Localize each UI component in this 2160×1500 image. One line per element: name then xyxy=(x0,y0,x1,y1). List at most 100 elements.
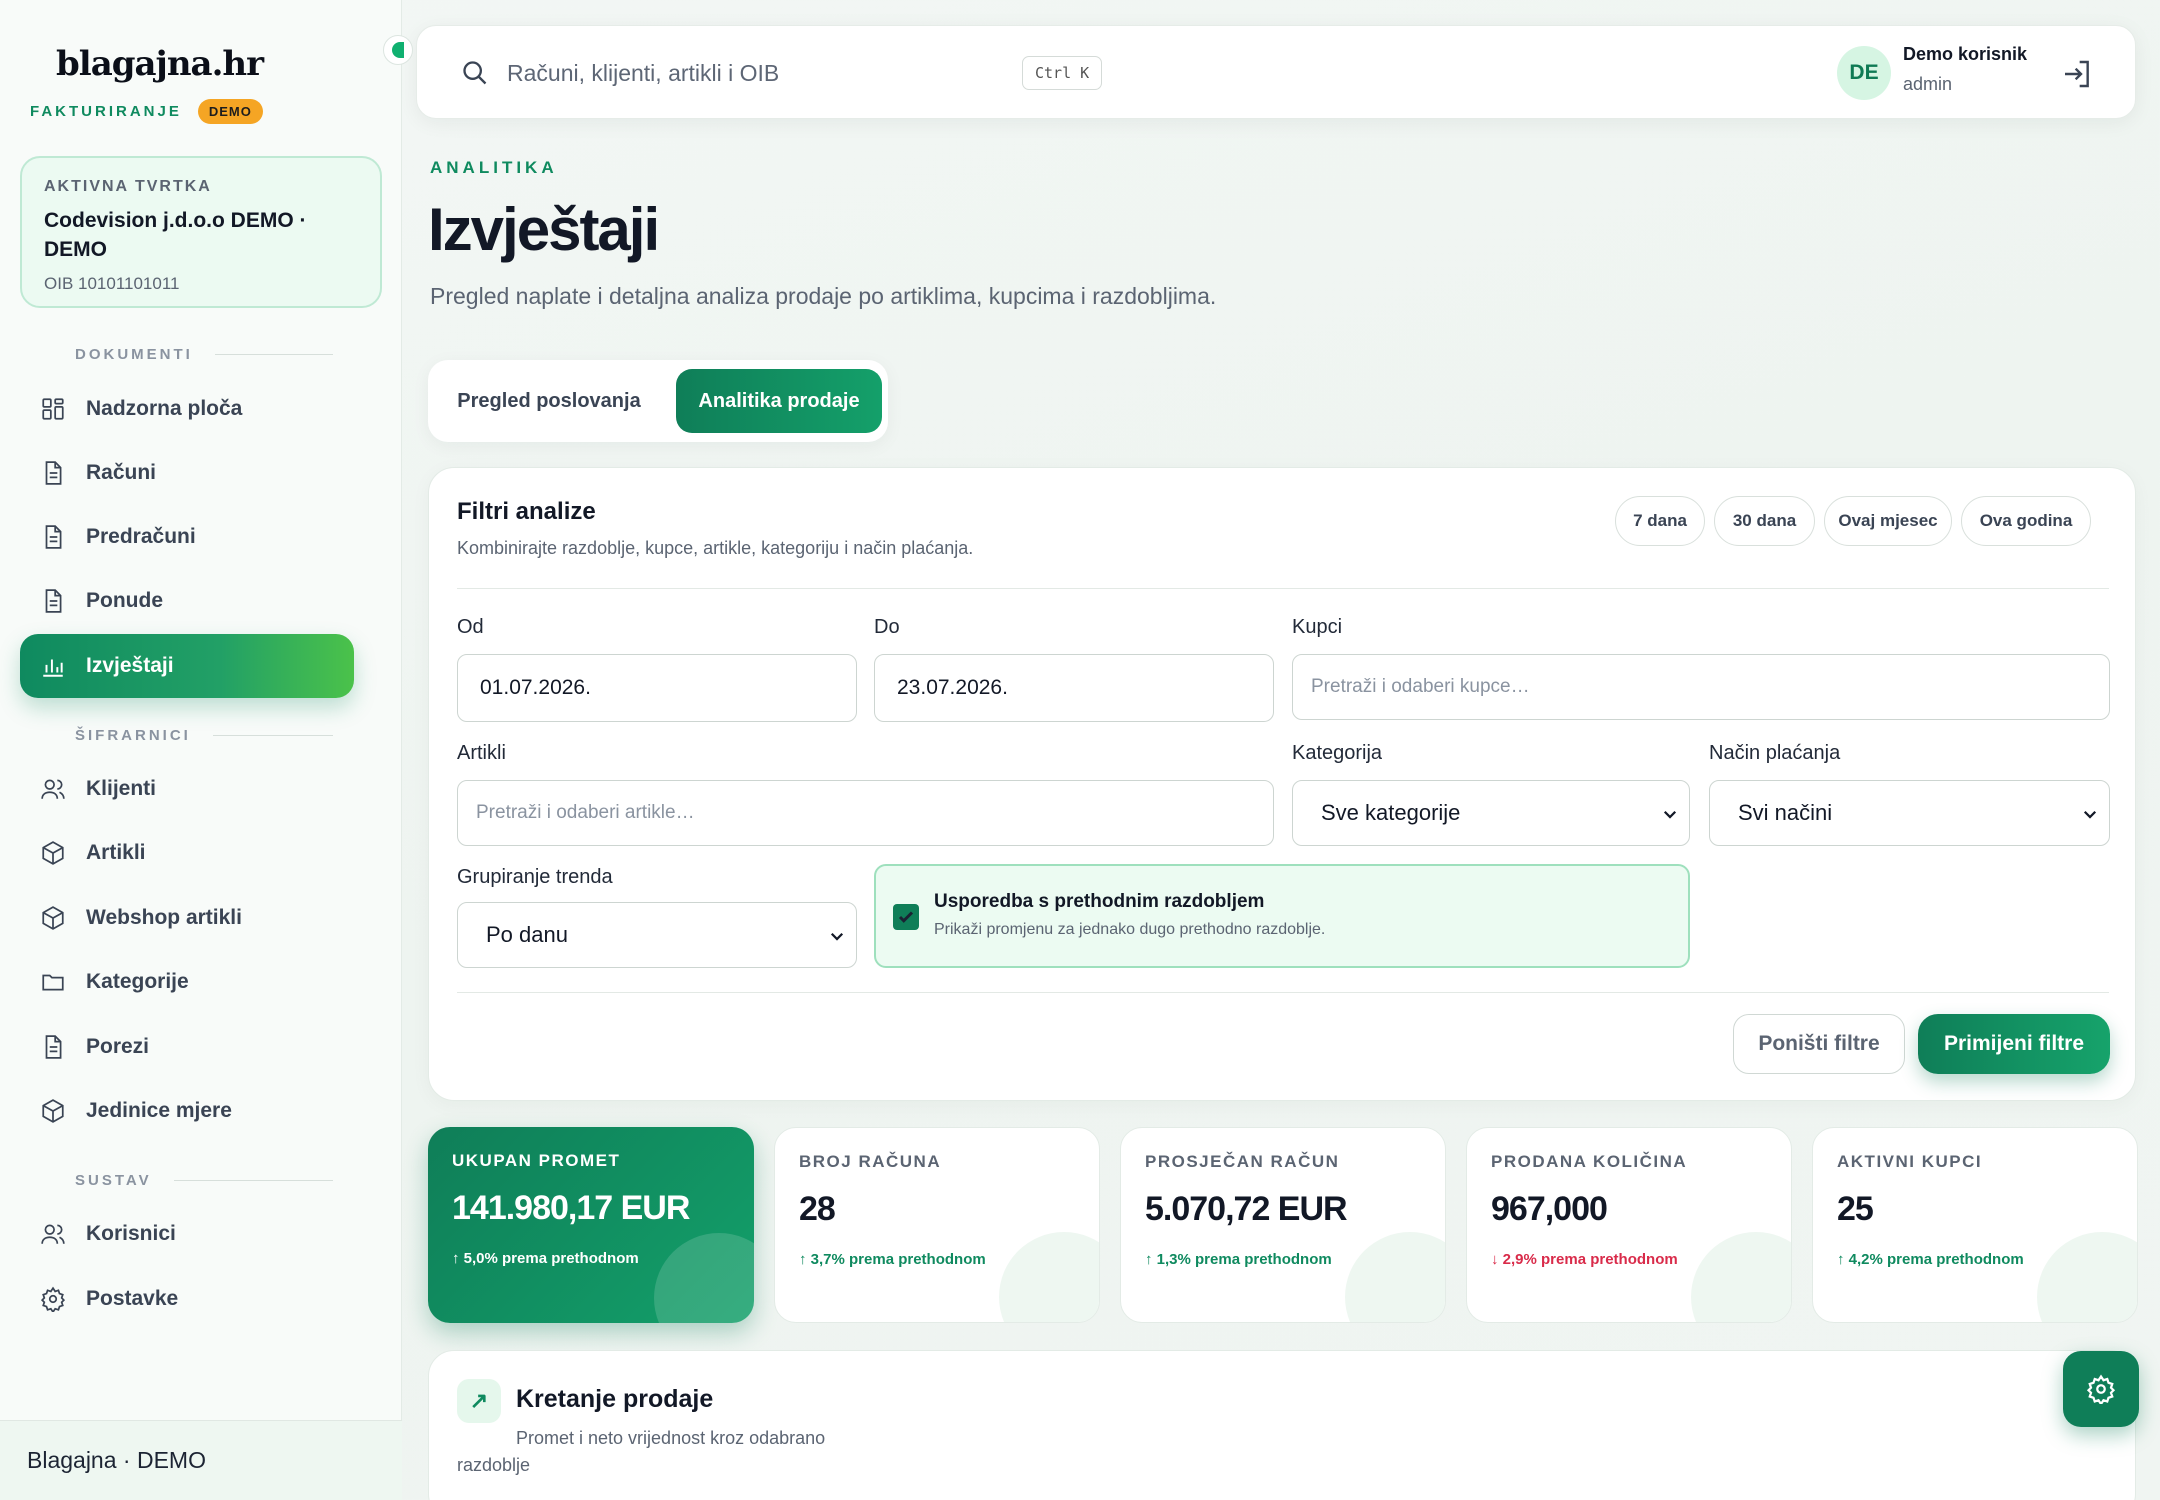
kpi-quantity-sold: PRODANA KOLIČINA 967,000 ↓ 2,9% prema pr… xyxy=(1466,1127,1792,1323)
kpi-total-revenue: UKUPAN PROMET 141.980,17 EUR ↑ 5,0% prem… xyxy=(428,1127,754,1323)
kpi-value: 141.980,17 EUR xyxy=(452,1189,690,1227)
payment-select[interactable]: Svi načini xyxy=(1709,780,2110,846)
sidebar-item-label: Porezi xyxy=(86,1035,150,1058)
kpi-value: 28 xyxy=(799,1190,836,1228)
gear-icon xyxy=(2086,1374,2116,1404)
company-oib: OIB 10101101011 xyxy=(44,274,180,293)
tab-business-overview[interactable]: Pregled poslovanja xyxy=(434,369,664,433)
sidebar-item-label: Postavke xyxy=(86,1287,179,1310)
category-value: Sve kategorije xyxy=(1321,800,1461,825)
sidebar-item-label: Jedinice mjere xyxy=(86,1099,232,1122)
search-icon xyxy=(463,61,487,85)
active-company-card[interactable]: AKTIVNA TVRTKA Codevision j.d.o.o DEMO ·… xyxy=(20,156,382,308)
sales-trend-panel: ↗ Kretanje prodaje Promet i neto vrijedn… xyxy=(428,1350,2136,1500)
sidebar-item-settings[interactable]: Postavke xyxy=(20,1267,354,1331)
document-icon xyxy=(45,461,62,485)
box-icon xyxy=(42,1099,64,1123)
module-label: FAKTURIRANJE xyxy=(30,103,182,120)
search-shortcut: Ctrl K xyxy=(1022,56,1103,90)
from-label: Od xyxy=(457,616,484,638)
sidebar-item-users[interactable]: Korisnici xyxy=(20,1202,354,1266)
customers-input[interactable]: Pretraži i odaberi kupce… xyxy=(1292,654,2110,720)
document-icon xyxy=(45,1035,62,1059)
payment-value: Svi načini xyxy=(1738,800,1833,825)
page-title: Izvještaji xyxy=(428,196,660,263)
filters-divider xyxy=(457,992,2109,993)
sidebar: blagajna.hr FAKTURIRANJE DEMO AKTIVNA TV… xyxy=(0,0,413,1500)
main-content: Ctrl K DE Demo korisnik admin ANALITIKA … xyxy=(402,0,2160,1500)
kpi-invoice-count: BROJ RAČUNA 28 ↑ 3,7% prema prethodnom xyxy=(774,1127,1100,1323)
sidebar-item-dashboard[interactable]: Nadzorna ploča xyxy=(20,377,354,441)
check-icon xyxy=(898,911,914,923)
demo-badge: DEMO xyxy=(197,99,263,124)
sidebar-item-label: Kategorije xyxy=(86,970,189,993)
folder-icon xyxy=(42,974,64,991)
articles-input[interactable]: Pretraži i odaberi artikle… xyxy=(457,780,1274,846)
category-select[interactable]: Sve kategorije xyxy=(1292,780,1690,846)
section-documents: DOKUMENTI xyxy=(75,346,333,363)
section-codes: ŠIFRARNICI xyxy=(75,727,333,744)
user-name: Demo korisnik xyxy=(1903,44,2028,64)
kpi-label: PRODANA KOLIČINA xyxy=(1491,1152,1688,1171)
kpi-label: AKTIVNI KUPCI xyxy=(1837,1152,1983,1171)
kpi-decoration xyxy=(2037,1232,2137,1322)
sidebar-item-taxes[interactable]: Porezi xyxy=(20,1015,354,1079)
sidebar-item-label: Ponude xyxy=(86,589,163,612)
sidebar-item-offers[interactable]: Ponude xyxy=(20,569,354,633)
trend-title: Kretanje prodaje xyxy=(516,1385,714,1413)
kpi-label: PROSJEČAN RAČUN xyxy=(1145,1152,1340,1171)
grouping-select[interactable]: Po danu xyxy=(457,902,857,968)
kpi-decoration xyxy=(654,1233,754,1323)
search-input[interactable] xyxy=(507,48,1007,98)
sidebar-item-reports[interactable]: Izvještaji xyxy=(20,634,354,698)
bar-chart-icon xyxy=(43,659,63,677)
compare-toggle[interactable]: Usporedba s prethodnim razdobljem Prikaž… xyxy=(874,864,1690,968)
box-icon xyxy=(42,841,64,865)
report-tabs: Pregled poslovanja Analitika prodaje xyxy=(428,360,888,442)
sidebar-item-units[interactable]: Jedinice mjere xyxy=(20,1079,354,1143)
chevron-down-icon xyxy=(830,932,844,941)
reset-filters-button[interactable]: Poništi filtre xyxy=(1733,1014,1905,1074)
category-label: Kategorija xyxy=(1292,742,1383,764)
sidebar-item-invoices[interactable]: Računi xyxy=(20,441,354,505)
sidebar-item-label: Nadzorna ploča xyxy=(86,397,243,420)
sidebar-item-label: Webshop artikli xyxy=(86,906,242,929)
from-date-input[interactable]: 01.07.2026. xyxy=(457,654,857,722)
filters-title: Filtri analize xyxy=(457,498,596,525)
document-icon xyxy=(45,525,62,549)
preset-7-days[interactable]: 7 dana xyxy=(1615,496,1705,546)
preset-this-year[interactable]: Ova godina xyxy=(1961,496,2091,546)
apply-filters-button[interactable]: Primijeni filtre xyxy=(1918,1014,2110,1074)
sidebar-item-label: Računi xyxy=(86,461,157,484)
sidebar-item-webshop-articles[interactable]: Webshop artikli xyxy=(20,886,354,950)
avatar[interactable]: DE xyxy=(1837,46,1891,100)
sidebar-collapse-button[interactable] xyxy=(383,35,413,65)
grouping-value: Po danu xyxy=(486,922,568,947)
users-icon xyxy=(41,1224,65,1244)
kpi-decoration xyxy=(1691,1232,1791,1322)
kpi-decoration xyxy=(999,1232,1099,1322)
to-date-input[interactable]: 23.07.2026. xyxy=(874,654,1274,722)
sidebar-item-articles[interactable]: Artikli xyxy=(20,821,354,885)
preset-30-days[interactable]: 30 dana xyxy=(1714,496,1815,546)
articles-label: Artikli xyxy=(457,742,506,764)
company-label: AKTIVNA TVRTKA xyxy=(44,178,212,195)
brand-logo[interactable]: blagajna.hr xyxy=(56,44,264,84)
sidebar-item-categories[interactable]: Kategorije xyxy=(20,950,354,1014)
company-name: Codevision j.d.o.o DEMO · DEMO xyxy=(44,209,307,261)
sidebar-item-proformas[interactable]: Predračuni xyxy=(20,505,354,569)
sidebar-item-label: Izvještaji xyxy=(86,654,174,677)
kpi-label: UKUPAN PROMET xyxy=(452,1151,621,1170)
collapse-icon xyxy=(392,42,404,58)
brand-module: FAKTURIRANJE DEMO xyxy=(30,99,263,124)
sidebar-item-label: Klijenti xyxy=(86,777,157,800)
sidebar-item-clients[interactable]: Klijenti xyxy=(20,757,354,821)
preset-this-month[interactable]: Ovaj mjesec xyxy=(1824,496,1952,546)
filters-divider xyxy=(457,588,2109,589)
settings-fab[interactable] xyxy=(2063,1351,2139,1427)
logout-icon[interactable] xyxy=(2061,58,2093,90)
kpi-value: 967,000 xyxy=(1491,1190,1608,1228)
compare-subtitle: Prikaži promjenu za jednako dugo prethod… xyxy=(934,921,1326,938)
compare-checkbox[interactable] xyxy=(893,904,919,930)
tab-sales-analytics[interactable]: Analitika prodaje xyxy=(676,369,882,433)
